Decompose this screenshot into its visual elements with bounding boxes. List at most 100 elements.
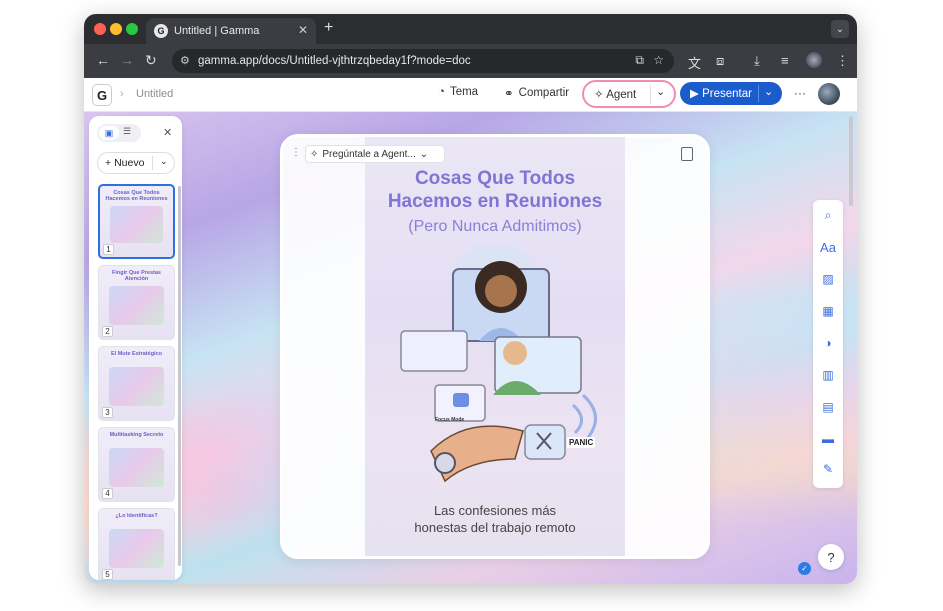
install-app-icon[interactable]: ⧉ [635,53,644,68]
divider [758,85,759,102]
focus-mode-label: Focus Mode [435,417,465,423]
forward-icon[interactable]: → [120,52,134,68]
reload-icon[interactable]: ↻ [145,52,157,69]
slide-thumbnail[interactable]: ¿Lo Identificas? 5 [98,508,175,580]
tab-strip: G Untitled | Gamma ✕ + ⌄ [84,14,857,44]
card-drag-handle-icon[interactable]: ⋮ [291,147,301,158]
tab-search-icon[interactable]: ⌄ [831,20,849,38]
back-icon[interactable]: ← [96,52,110,68]
new-tab-icon[interactable]: + [324,19,333,37]
focus-mode-app-icon [453,393,469,407]
ask-agent-button[interactable]: ✧ Pregúntale a Agent... ⌄ [305,145,445,163]
close-window-button[interactable] [94,23,106,35]
image-icon[interactable]: ▨ [813,272,843,286]
app-header: G › Untitled ◔ Tema ⚭ Compartir ✧ Agent … [84,78,857,112]
link-icon: ⚭ [504,88,514,100]
maximize-window-button[interactable] [126,23,138,35]
theme-button[interactable]: ◔ Tema [438,86,478,98]
draw-icon[interactable]: ✎ [813,462,843,476]
tab-title: Untitled | Gamma [174,25,260,37]
editor-canvas: ▣ ☰ ✕ + Nuevo ⌄ Cosas Que Todos Hacemos … [84,112,857,584]
divider [152,156,153,170]
url-text: gamma.app/docs/Untitled-vjthtrzqbeday1f?… [198,55,471,67]
minimize-window-button[interactable] [110,23,122,35]
play-icon: ▶ [690,88,699,100]
theme-label: Tema [449,86,479,98]
poster-footer-line1: Las confesiones más [433,503,557,518]
chevron-down-icon[interactable]: ⌄ [764,85,773,98]
thumbnail-title: Cosas Que Todos Hacemos en Reuniones [105,190,168,202]
user-avatar[interactable] [818,83,840,105]
sparkle-icon: ✧ [594,89,604,101]
table-icon[interactable]: ▤ [813,400,843,414]
divider [650,85,651,104]
url-field[interactable]: ⚙ gamma.app/docs/Untitled-vjthtrzqbeday1… [172,49,674,73]
sparkle-icon: ✧ [310,148,319,160]
address-bar-row: ← → ↻ ⚙ gamma.app/docs/Untitled-vjthtrzq… [84,44,857,78]
site-settings-icon[interactable]: ⚙ [180,54,190,67]
slide-number: 2 [102,326,113,337]
present-label: Presentar [702,88,752,100]
slide-number: 4 [102,488,113,499]
translate-icon[interactable]: 文 [688,53,701,72]
gamma-logo-icon[interactable]: G [92,84,112,106]
agent-label: Agent [606,89,637,101]
thumbnail-illustration [109,367,164,406]
chart-icon[interactable]: ▥ [813,368,843,382]
panel-scrollbar[interactable] [178,186,181,566]
share-button[interactable]: ⚭ Compartir [504,86,569,100]
slide-thumbnail[interactable]: El Mute Estratégico 3 [98,346,175,421]
toggle-icon[interactable]: ◑ [813,336,843,350]
media-controls-icon[interactable]: ≡ [781,53,789,68]
doc-title[interactable]: Untitled [136,88,173,100]
panic-label: PANIC [567,437,596,448]
palette-icon: ◔ [438,86,445,98]
help-button[interactable]: ? [818,544,844,570]
download-icon[interactable]: ⤓ [754,53,760,69]
more-options-icon[interactable]: ··· [794,86,806,100]
chevron-down-icon[interactable]: ⌄ [160,156,168,167]
search-icon[interactable]: ⌕ [813,208,843,223]
ask-agent-label: Pregúntale a Agent... [322,148,416,160]
poster-subtitle: (Pero Nunca Admitimos) [408,218,582,235]
bookmark-star-icon[interactable]: ☆ [653,53,664,67]
list-view-icon[interactable]: ☰ [123,126,131,137]
slide-thumbnail[interactable]: Cosas Que Todos Hacemos en Reuniones 1 [98,184,175,259]
card-icon[interactable]: ▬ [813,432,843,446]
slide-thumbnail[interactable]: Multitasking Secreto 4 [98,427,175,502]
main-card[interactable]: Cosas Que Todos Hacemos en Reuniones (Pe… [280,134,710,559]
browser-menu-icon[interactable]: ⋮ [836,53,849,69]
poster-image: Cosas Que Todos Hacemos en Reuniones (Pe… [365,137,625,556]
canvas-scrollbar[interactable] [849,116,853,206]
new-card-button[interactable]: + Nuevo ⌄ [97,152,175,174]
breadcrumb-chevron-icon: › [120,88,124,100]
thumbnail-illustration [109,286,164,325]
profile-avatar-icon[interactable] [806,52,822,68]
thumbnail-title: El Mute Estratégico [110,351,163,357]
extensions-icon[interactable]: ⧈ [716,53,724,69]
chevron-down-icon[interactable]: ⌄ [656,85,665,98]
slide-number: 5 [102,569,113,580]
poster-footer-line2: honestas del trabajo remoto [414,520,576,535]
insert-toolbar: ⌕ Aa ▨ ▦ ◑ ▥ ▤ ▬ ✎ [813,200,843,488]
slide-panel: ▣ ☰ ✕ + Nuevo ⌄ Cosas Que Todos Hacemos … [89,116,182,580]
thumbnail-title: ¿Lo Identificas? [115,513,158,519]
present-button[interactable]: ▶ Presentar ⌄ [680,82,782,105]
slide-thumbnail[interactable]: Fingir Que Prestas Atención 2 [98,265,175,340]
blocks-icon[interactable]: ▦ [813,304,843,318]
gamma-favicon-icon: G [154,24,168,38]
poster-title-line2: Hacemos en Reuniones [387,191,603,212]
thumbnail-illustration [110,206,163,243]
browser-tab[interactable]: G Untitled | Gamma ✕ [146,18,316,44]
agent-button[interactable]: ✧ Agent ⌄ [582,80,676,108]
close-tab-icon[interactable]: ✕ [298,23,308,37]
thumbnail-illustration [109,529,164,568]
browser-window: G Untitled | Gamma ✕ + ⌄ ← → ↻ ⚙ gamma.a… [84,14,857,584]
thumbnail-view-icon[interactable]: ▣ [99,126,119,140]
slide-number: 1 [103,244,114,255]
text-icon[interactable]: Aa [813,240,843,255]
card-notes-icon[interactable] [681,147,693,161]
view-toggle[interactable]: ▣ ☰ [97,124,141,142]
close-panel-icon[interactable]: ✕ [163,126,172,139]
poster-illustration [400,245,597,483]
